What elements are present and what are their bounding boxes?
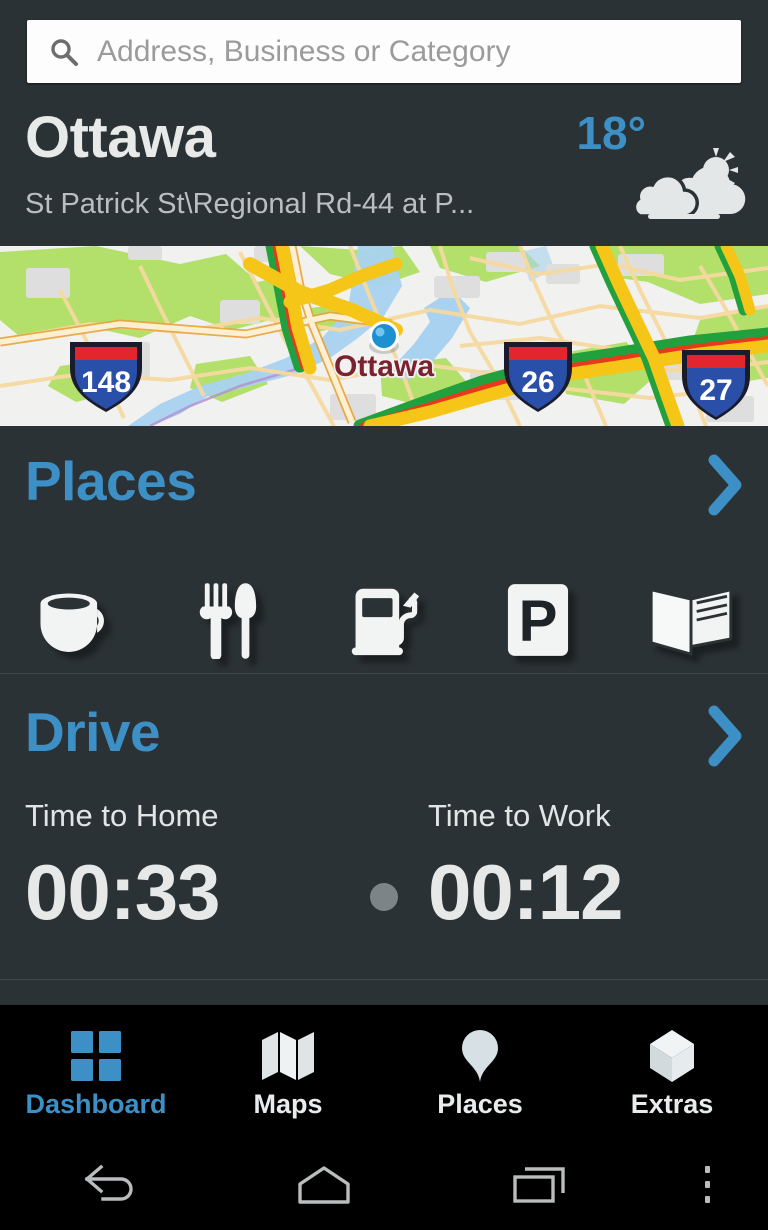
overflow-menu-button[interactable] — [648, 1164, 768, 1206]
place-shortcut-restaurant[interactable] — [154, 574, 308, 666]
places-section-title: Places — [25, 450, 197, 512]
recents-icon — [511, 1163, 569, 1207]
tab-maps[interactable]: Maps — [192, 1005, 384, 1140]
tab-extras[interactable]: Extras — [576, 1005, 768, 1140]
search-icon — [49, 37, 79, 67]
drive-section: Drive Time to Home Time to Work 00:33 00… — [0, 675, 768, 980]
bottom-spacer — [0, 981, 768, 1005]
back-icon — [77, 1163, 139, 1207]
svg-text:Ottawa: Ottawa — [334, 350, 434, 383]
location-header[interactable]: Ottawa St Patrick St\Regional Rd-44 at P… — [0, 96, 768, 246]
home-button[interactable] — [216, 1164, 432, 1206]
place-shortcut-parking[interactable]: P — [461, 574, 615, 666]
pin-icon — [458, 1027, 502, 1085]
drive-section-title: Drive — [25, 701, 161, 763]
recents-button[interactable] — [432, 1163, 648, 1207]
time-to-home-value[interactable]: 00:33 — [25, 853, 220, 931]
street-address: St Patrick St\Regional Rd-44 at P... — [25, 188, 475, 220]
search-placeholder-text: Address, Business or Category — [97, 34, 511, 68]
svg-text:P: P — [518, 588, 557, 653]
grid-icon — [70, 1027, 122, 1085]
map-icon — [260, 1027, 316, 1085]
partly-cloudy-icon — [630, 144, 746, 222]
tab-places[interactable]: Places — [384, 1005, 576, 1140]
drive-chevron-right-icon[interactable] — [704, 705, 744, 767]
time-to-work-value[interactable]: 00:12 — [428, 853, 623, 931]
separator-dot — [370, 883, 398, 911]
back-button[interactable] — [0, 1163, 216, 1207]
tab-maps-label: Maps — [253, 1089, 323, 1119]
app-root: Address, Business or Category Ottawa St … — [0, 0, 768, 1230]
city-name: Ottawa — [25, 105, 216, 170]
svg-text:148: 148 — [81, 366, 131, 399]
coffee-icon — [35, 585, 119, 655]
time-to-work-label: Time to Work — [428, 798, 611, 833]
parking-icon: P — [506, 582, 570, 658]
bottom-tab-bar: Dashboard Maps Places Extras — [0, 1005, 768, 1140]
places-icon-row: P — [0, 574, 768, 666]
cube-icon — [646, 1027, 698, 1085]
places-section: Places P — [0, 426, 768, 674]
time-to-home-label: Time to Home — [25, 798, 219, 833]
tab-places-label: Places — [437, 1089, 523, 1119]
places-chevron-right-icon[interactable] — [704, 454, 744, 516]
gas-station-icon — [346, 583, 422, 657]
brochure-icon — [647, 584, 735, 656]
overflow-menu-icon — [703, 1164, 713, 1206]
drive-labels-row: Time to Home Time to Work — [0, 800, 768, 840]
map-preview[interactable]: Ottawa 148 26 27 — [0, 246, 768, 426]
tab-dashboard-label: Dashboard — [25, 1089, 167, 1119]
tab-extras-label: Extras — [630, 1089, 714, 1119]
home-icon — [295, 1164, 353, 1206]
svg-text:26: 26 — [521, 366, 554, 399]
place-shortcut-brochure[interactable] — [614, 574, 768, 666]
tab-dashboard[interactable]: Dashboard — [0, 1005, 192, 1140]
android-system-nav — [0, 1140, 768, 1230]
restaurant-icon — [199, 581, 261, 659]
svg-text:27: 27 — [699, 374, 732, 407]
place-shortcut-gas[interactable] — [307, 574, 461, 666]
search-input[interactable]: Address, Business or Category — [27, 20, 741, 83]
place-shortcut-coffee[interactable] — [0, 574, 154, 666]
search-bar-container: Address, Business or Category — [0, 0, 768, 96]
drive-values-row: 00:33 00:12 — [0, 853, 768, 943]
